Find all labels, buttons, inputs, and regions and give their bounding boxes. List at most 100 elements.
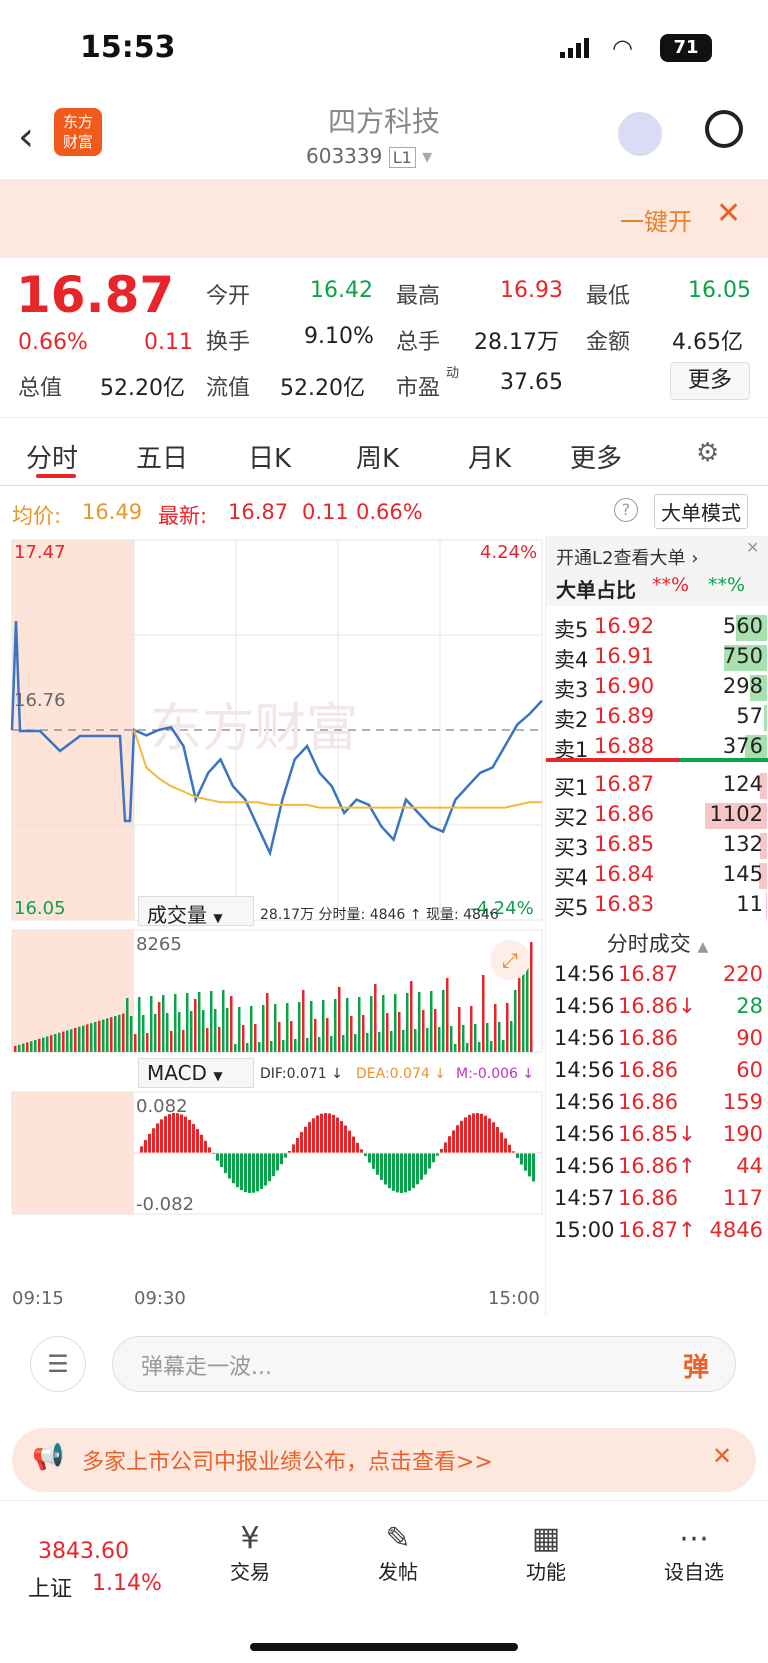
volume-selector[interactable]: 成交量 ▼ [138, 896, 254, 927]
ask-row: 卖2 16.89 57 [546, 702, 768, 734]
trade-volume: 159 [722, 1090, 763, 1114]
trade-price: 16.86↓ [618, 994, 696, 1018]
macd-bar [496, 1126, 499, 1153]
promo-banner[interactable]: 一键开 ✕ [0, 180, 768, 258]
bid-volume: 11 [736, 892, 763, 916]
megaphone-icon: 📢 [32, 1442, 65, 1472]
macd-bar [216, 1153, 219, 1161]
tab-bar: 3843.60 上证 1.14% ¥ 交易 ✎ 发帖 ▦ 功能 ⋯ 设自选 [0, 1500, 768, 1663]
stock-code[interactable]: 603339 L1 ▾ [306, 144, 432, 168]
search-icon[interactable] [705, 110, 743, 148]
macd-bar [396, 1153, 399, 1193]
tab-5day[interactable]: 五日 [136, 438, 188, 475]
bid-row: 买2 16.86 1102 [546, 800, 768, 832]
notice-close-icon[interactable]: ✕ [712, 1442, 732, 1470]
tab-more[interactable]: 更多 [570, 438, 622, 475]
ask-level: 卖4 [554, 648, 589, 672]
ymin-label: 16.05 [14, 898, 66, 919]
macd-bar [240, 1153, 243, 1191]
macd-bar [356, 1142, 359, 1153]
macd-bar [232, 1153, 235, 1184]
volume-bar [358, 997, 361, 1052]
volume-bar [414, 1029, 417, 1052]
l2-close-icon[interactable]: ✕ [746, 538, 759, 557]
volume-bar [138, 997, 141, 1052]
comment-settings-icon[interactable]: ☰ [30, 1336, 86, 1392]
tab-monthly-k[interactable]: 月K [468, 438, 511, 475]
intraday-chart[interactable]: 东方财富 17.47 16.05 4.24% -4.24% 16.76 8265… [0, 536, 545, 1316]
settings-icon[interactable]: ⚙ [696, 438, 719, 468]
tab-trade[interactable]: ¥ 交易 [210, 1521, 290, 1585]
close-icon[interactable]: ✕ [716, 196, 741, 231]
l2-promo[interactable]: 开通L2查看大单 › ✕ 大单占比 **% **% [546, 536, 768, 606]
macd-min-label: -0.082 [136, 1194, 194, 1215]
volume-bar [418, 992, 421, 1052]
volume-bar [466, 1043, 469, 1052]
robot-avatar-icon[interactable] [618, 112, 662, 156]
indicator-selector[interactable]: MACD ▼ [138, 1058, 254, 1088]
bid-volume: 145 [722, 862, 763, 886]
tab-intraday[interactable]: 分时 [26, 438, 78, 475]
volume-bar [254, 1024, 257, 1052]
last-pct: 0.66% [356, 500, 423, 524]
ratio-sell: **% [708, 574, 746, 596]
trade-row: 14:56 16.86 60 [546, 1056, 768, 1088]
volume-bar [190, 1011, 193, 1052]
macd-bar [492, 1122, 495, 1153]
ask-price: 16.90 [594, 674, 655, 698]
volume-bar [374, 984, 377, 1052]
ask-volume: 298 [722, 674, 763, 698]
volume-bar [330, 1036, 333, 1052]
volume-bar [470, 1006, 473, 1052]
macd-bar [464, 1117, 467, 1153]
danmaku-input[interactable]: 弹幕走一波... 弹 [112, 1336, 736, 1392]
volume-bar [278, 1022, 281, 1052]
volume-bar [258, 1042, 261, 1052]
macd-bar [156, 1123, 159, 1153]
volume-bar [70, 1029, 73, 1052]
tab-post[interactable]: ✎ 发帖 [358, 1521, 438, 1585]
l2-link: 开通L2查看大单 › [556, 548, 699, 569]
expand-icon[interactable]: ⤢ [490, 940, 530, 980]
bid-price: 16.83 [594, 892, 655, 916]
ask-level: 卖3 [554, 678, 589, 702]
tab-function[interactable]: ▦ 功能 [506, 1521, 586, 1585]
open-value: 16.42 [310, 278, 373, 303]
macd-bar [524, 1153, 527, 1171]
order-book: 开通L2查看大单 › ✕ 大单占比 **% **% 卖5 16.92 560 卖4 16… [545, 536, 768, 1316]
trade-volume: 117 [722, 1186, 763, 1210]
ask-price: 16.89 [594, 704, 655, 728]
big-order-mode-button[interactable]: 大单模式 [654, 494, 748, 529]
ask-level: 卖5 [554, 618, 589, 642]
macd-bar [176, 1113, 179, 1153]
volume-bar [406, 993, 409, 1052]
volume-bar [114, 1016, 117, 1052]
trade-time: 14:56 [554, 1026, 615, 1050]
macd-bar [448, 1136, 451, 1153]
macd-bar [236, 1153, 239, 1188]
volume-bar [294, 1039, 297, 1052]
macd-bar [468, 1114, 471, 1153]
macd-bar [488, 1118, 491, 1153]
danmaku-send-button[interactable]: 弹 [683, 1347, 709, 1384]
tab-watchlist[interactable]: ⋯ 设自选 [654, 1521, 734, 1585]
time-label-start: 09:15 [12, 1288, 64, 1309]
help-icon[interactable]: ? [614, 498, 638, 522]
bid-row: 买4 16.84 145 [546, 860, 768, 892]
tab-daily-k[interactable]: 日K [248, 438, 291, 475]
trades-header[interactable]: 分时成交 ▲ [546, 928, 768, 958]
macd-bar [284, 1153, 287, 1158]
avg-value: 16.49 [82, 500, 143, 524]
trade-volume: 28 [736, 994, 763, 1018]
ratio-buy: **% [652, 574, 690, 596]
change-pct: 0.66% [18, 330, 88, 355]
pe-label: 市盈 [396, 376, 441, 401]
macd-bar [432, 1153, 435, 1163]
notice-bar[interactable]: 📢 多家上市公司中报业绩公布，点击查看>> ✕ [12, 1428, 756, 1492]
more-button[interactable]: 更多 [670, 362, 750, 400]
bid-row: 买3 16.85 132 [546, 830, 768, 862]
macd-bar [376, 1153, 379, 1175]
volume-bar [454, 1044, 457, 1052]
high-value: 16.93 [500, 278, 563, 303]
tab-weekly-k[interactable]: 周K [356, 438, 399, 475]
